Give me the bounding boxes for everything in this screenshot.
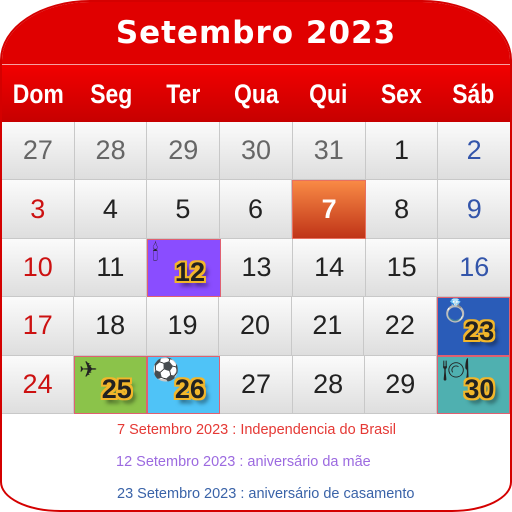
day-cell-13[interactable]: 13 — [220, 238, 294, 298]
day-number: 8 — [394, 193, 410, 224]
weekday-label-qua: Qua — [233, 78, 279, 109]
day-cell-28[interactable]: 28 — [74, 122, 148, 181]
day-number: 7 — [321, 194, 337, 225]
day-number: 12 — [174, 257, 205, 288]
day-number: 10 — [22, 251, 53, 282]
weekday-label-sáb: Sáb — [452, 78, 495, 109]
day-number: 26 — [174, 374, 205, 405]
day-cell-18[interactable]: 18 — [74, 297, 147, 356]
day-cell-16[interactable]: 16 — [438, 238, 510, 298]
day-number: 13 — [241, 251, 272, 282]
day-cell-25[interactable]: ✈ 25 — [74, 355, 148, 414]
month-title[interactable]: Setembro 2023 — [116, 15, 396, 51]
day-cell-7[interactable]: 7 — [292, 180, 366, 239]
day-number: 27 — [22, 135, 53, 166]
day-cell-6[interactable]: 6 — [219, 180, 293, 239]
day-number: 11 — [96, 251, 125, 282]
day-cell-5[interactable]: 5 — [147, 180, 220, 239]
weekday-label-seg: Seg — [89, 78, 132, 109]
day-number: 4 — [102, 193, 118, 224]
day-cell-29[interactable]: 29 — [364, 355, 437, 414]
day-number: 15 — [386, 251, 417, 282]
day-number: 6 — [248, 193, 264, 224]
week-row: 17 18 19 20 21 22 💍 23 — [2, 297, 510, 356]
calendar-widget: Setembro 2023 Dom Seg Ter Qua Qui Sex Sáb 27 28… — [0, 0, 512, 512]
day-cell-22[interactable]: 22 — [364, 297, 437, 356]
day-number: 3 — [30, 193, 46, 224]
week-row: 24 ✈ 25 ⚽ 26 27 28 29 🍽 30 — [2, 355, 510, 414]
day-number: 16 — [459, 251, 490, 282]
week-row: 10 11 🕯 12 13 14 15 16 — [2, 238, 510, 298]
day-number: 19 — [167, 310, 198, 341]
day-number: 28 — [95, 135, 126, 166]
day-number: 30 — [240, 135, 272, 166]
day-number: 29 — [385, 368, 416, 399]
day-number: 28 — [313, 368, 344, 399]
weekday-label-qui: Qui — [309, 78, 348, 109]
day-cell-27[interactable]: 27 — [2, 122, 75, 181]
day-number: 20 — [239, 310, 270, 341]
day-cell-2[interactable]: 2 — [438, 122, 510, 181]
day-number: 2 — [466, 135, 482, 166]
day-cell-21[interactable]: 21 — [291, 297, 365, 356]
day-cell-26[interactable]: ⚽ 26 — [147, 355, 221, 414]
day-number: 30 — [464, 374, 495, 405]
day-cell-27[interactable]: 27 — [220, 355, 293, 414]
week-row: 3 4 5 6 7 8 9 — [2, 180, 510, 239]
event-item[interactable]: 7 Setembro 2023 : Independencia do Brasi… — [117, 422, 396, 438]
day-cell-9[interactable]: 9 — [438, 180, 510, 239]
day-cell-3[interactable]: 3 — [2, 180, 75, 239]
day-cell-19[interactable]: 19 — [146, 297, 220, 356]
day-number: 5 — [175, 193, 191, 224]
day-cell-17[interactable]: 17 — [2, 297, 75, 356]
weekday-label-sex: Sex — [380, 78, 422, 109]
day-cell-1[interactable]: 1 — [365, 122, 439, 181]
airplane-icon: ✈ — [79, 356, 98, 382]
day-number: 18 — [95, 310, 126, 341]
calendar-grid: 27 28 29 30 31 1 2 3 4 5 6 7 8 9 10 11 🕯 12 13 14 15 16 17 18 19… — [2, 122, 510, 414]
weekday-label-dom: Dom — [12, 78, 64, 109]
week-row: 27 28 29 30 31 1 2 — [2, 122, 510, 181]
day-cell-23[interactable]: 💍 23 — [436, 297, 510, 356]
day-number: 24 — [22, 368, 53, 399]
day-number: 29 — [168, 135, 199, 166]
day-cell-14[interactable]: 14 — [293, 238, 366, 298]
event-item[interactable]: 23 Setembro 2023 : aniversário de casame… — [117, 486, 414, 502]
day-number: 9 — [466, 193, 482, 224]
weekday-label-ter: Ter — [166, 78, 201, 109]
day-number: 1 — [393, 135, 409, 166]
day-cell-10[interactable]: 10 — [2, 238, 75, 298]
weekday-header: Dom Seg Ter Qua Qui Sex Sáb — [2, 64, 510, 123]
day-number: 17 — [22, 310, 53, 341]
day-cell-12[interactable]: 🕯 12 — [147, 238, 221, 298]
day-number: 31 — [313, 135, 344, 166]
day-cell-30[interactable]: 30 — [220, 122, 293, 181]
day-cell-30[interactable]: 🍽 30 — [436, 355, 510, 414]
day-number: 27 — [240, 368, 272, 399]
day-cell-20[interactable]: 20 — [219, 297, 292, 356]
day-number: 25 — [101, 374, 132, 405]
day-cell-29[interactable]: 29 — [147, 122, 221, 181]
day-number: 14 — [314, 251, 345, 282]
event-item[interactable]: 12 Setembro 2023 : aniversário da mãe — [116, 454, 371, 470]
day-number: 21 — [312, 310, 343, 341]
day-cell-11[interactable]: 11 — [74, 238, 148, 298]
day-cell-15[interactable]: 15 — [365, 238, 439, 298]
day-cell-24[interactable]: 24 — [2, 355, 75, 414]
day-cell-8[interactable]: 8 — [365, 180, 439, 239]
day-cell-28[interactable]: 28 — [292, 355, 365, 414]
day-number: 22 — [384, 310, 415, 341]
birthday-candles-icon: 🕯 — [152, 239, 159, 265]
day-cell-31[interactable]: 31 — [292, 122, 366, 181]
day-cell-4[interactable]: 4 — [74, 180, 148, 239]
title-bar: Setembro 2023 — [2, 2, 510, 64]
day-number: 23 — [464, 315, 495, 346]
